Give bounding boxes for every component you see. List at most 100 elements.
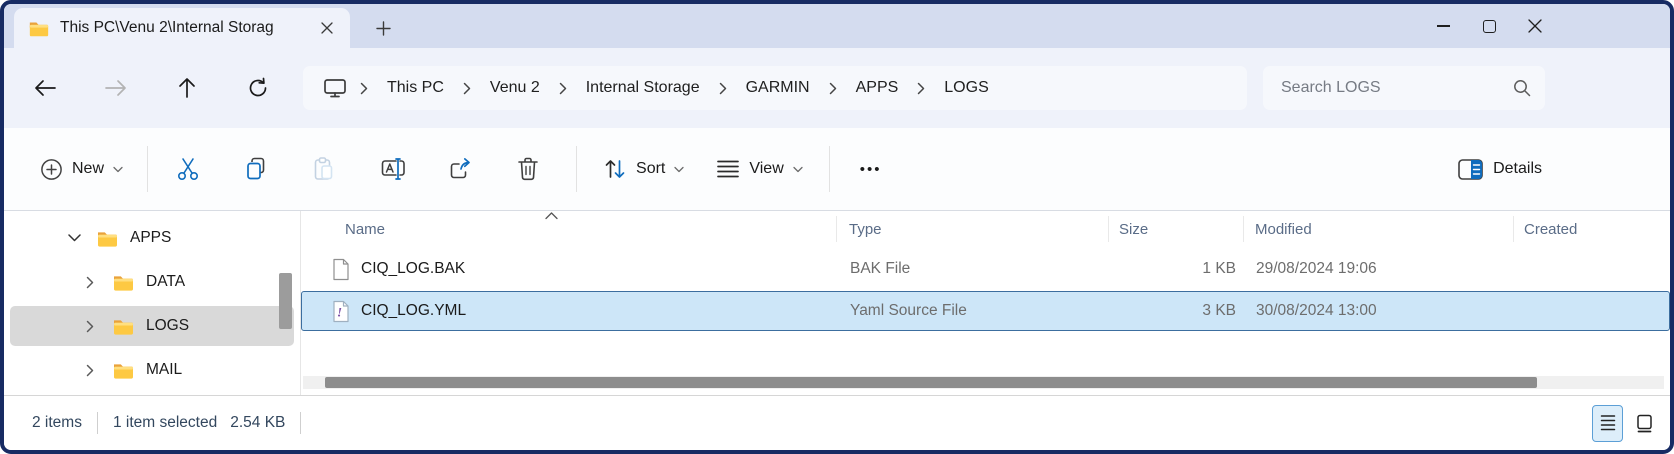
details-button[interactable]: Details [1448,151,1552,188]
rename-icon [378,156,406,182]
column-header-created[interactable]: Created [1514,211,1670,247]
file-explorer-window: This PC\Venu 2\Internal Storag [0,0,1674,454]
sidebar-item-label: MAIL [146,361,182,379]
maximize-button[interactable] [1466,6,1512,46]
chevron-right-icon [550,82,576,95]
sidebar-item-logs[interactable]: LOGS [10,306,294,346]
file-name: CIQ_LOG.YML [361,302,466,320]
refresh-button[interactable] [243,71,273,105]
close-button[interactable] [1512,6,1558,46]
new-label: New [72,160,104,178]
column-header-type[interactable]: Type [837,211,1109,247]
search-icon[interactable] [1513,79,1531,97]
column-header-name[interactable]: Name [301,211,837,247]
share-button[interactable] [426,141,494,197]
refresh-icon [247,77,269,99]
new-plus-icon [40,158,63,181]
paste-button[interactable] [290,141,358,197]
details-label: Details [1493,160,1542,178]
chevron-down-icon [113,166,123,173]
file-modified: 30/08/2024 13:00 [1245,302,1515,320]
search-input[interactable] [1281,79,1513,97]
details-view-button[interactable] [1592,405,1623,442]
toolbar-divider [829,146,830,192]
cut-button[interactable] [154,141,222,197]
file-size: 1 KB [1110,260,1245,278]
breadcrumb-internal-storage[interactable]: Internal Storage [580,73,706,103]
file-icon [332,258,350,281]
chevron-down-icon[interactable] [66,234,82,242]
items-count: 2 items [32,414,82,432]
breadcrumb-venu2[interactable]: Venu 2 [484,73,546,103]
status-divider [97,412,98,434]
sidebar-item-label: LOGS [146,317,189,335]
horizontal-scrollbar-thumb[interactable] [325,377,1537,388]
sidebar-item-mail[interactable]: MAIL [10,350,294,390]
share-icon [446,156,474,182]
status-divider [300,412,301,434]
file-type: Yaml Source File [838,302,1110,320]
toolbar-divider [576,146,577,192]
chevron-right-icon [454,82,480,95]
column-header-modified[interactable]: Modified [1244,211,1514,247]
copy-button[interactable] [222,141,290,197]
sidebar-item-label: APPS [130,229,171,247]
address-bar[interactable]: This PC Venu 2 Internal Storage GARMIN A… [303,66,1247,110]
file-size: 3 KB [1110,302,1245,320]
maximize-icon [1483,20,1496,33]
view-label: View [749,160,783,178]
chevron-right-icon[interactable] [82,320,98,333]
tab-close-icon[interactable] [314,15,340,41]
breadcrumb-logs[interactable]: LOGS [938,73,994,103]
sidebar-tree: APPS DATA LOGS [4,211,301,395]
sort-label: Sort [636,160,665,178]
folder-icon [112,361,135,380]
sidebar-scrollbar[interactable] [279,273,292,329]
main-area: APPS DATA LOGS [4,211,1670,395]
new-tab-button[interactable] [370,15,396,41]
chevron-down-icon [674,166,684,173]
thumbnail-view-icon [1636,414,1653,433]
forward-button[interactable] [101,71,131,105]
status-bar: 2 items 1 item selected 2.54 KB [4,395,1670,450]
window-controls [1420,4,1670,48]
folder-icon [112,317,135,336]
column-header-size[interactable]: Size [1109,211,1244,247]
chevron-right-icon[interactable] [82,276,98,289]
file-type: BAK File [838,260,1110,278]
chevron-right-icon [908,82,934,95]
trash-icon [516,156,540,182]
breadcrumb-apps[interactable]: APPS [850,73,905,103]
view-button[interactable]: View [704,150,814,188]
cut-icon [175,156,201,182]
file-name: CIQ_LOG.BAK [361,260,465,278]
selection-count: 1 item selected [113,414,217,432]
search-box[interactable] [1263,66,1545,110]
list-header: Name Type Size Modified Created [301,211,1670,247]
svg-text:!: ! [337,304,342,319]
breadcrumb-garmin[interactable]: GARMIN [740,73,816,103]
toolbar-divider [147,146,148,192]
breadcrumb-this-pc[interactable]: This PC [381,73,450,103]
sidebar-item-data[interactable]: DATA [10,262,294,302]
up-button[interactable] [172,71,202,105]
folder-icon [112,273,135,292]
delete-button[interactable] [494,141,562,197]
explorer-tab[interactable]: This PC\Venu 2\Internal Storag [14,8,350,48]
sidebar-item-apps[interactable]: APPS [10,218,294,258]
horizontal-scrollbar[interactable] [303,376,1664,389]
back-icon [33,79,57,97]
sort-button[interactable]: Sort [591,149,696,189]
file-row-ciq-log-bak[interactable]: CIQ_LOG.BAK BAK File 1 KB 29/08/2024 19:… [301,249,1670,289]
thumbnail-view-button[interactable] [1629,405,1660,442]
back-button[interactable] [30,71,60,105]
rename-button[interactable] [358,141,426,197]
more-options-button[interactable]: ••• [846,155,896,184]
sort-icon [603,157,627,181]
file-row-ciq-log-yml[interactable]: ! CIQ_LOG.YML Yaml Source File 3 KB 30/0… [301,291,1670,331]
this-pc-icon[interactable] [323,77,347,99]
new-button[interactable]: New [30,150,133,189]
copy-icon [243,156,269,182]
chevron-right-icon[interactable] [82,364,98,377]
minimize-button[interactable] [1420,6,1466,46]
